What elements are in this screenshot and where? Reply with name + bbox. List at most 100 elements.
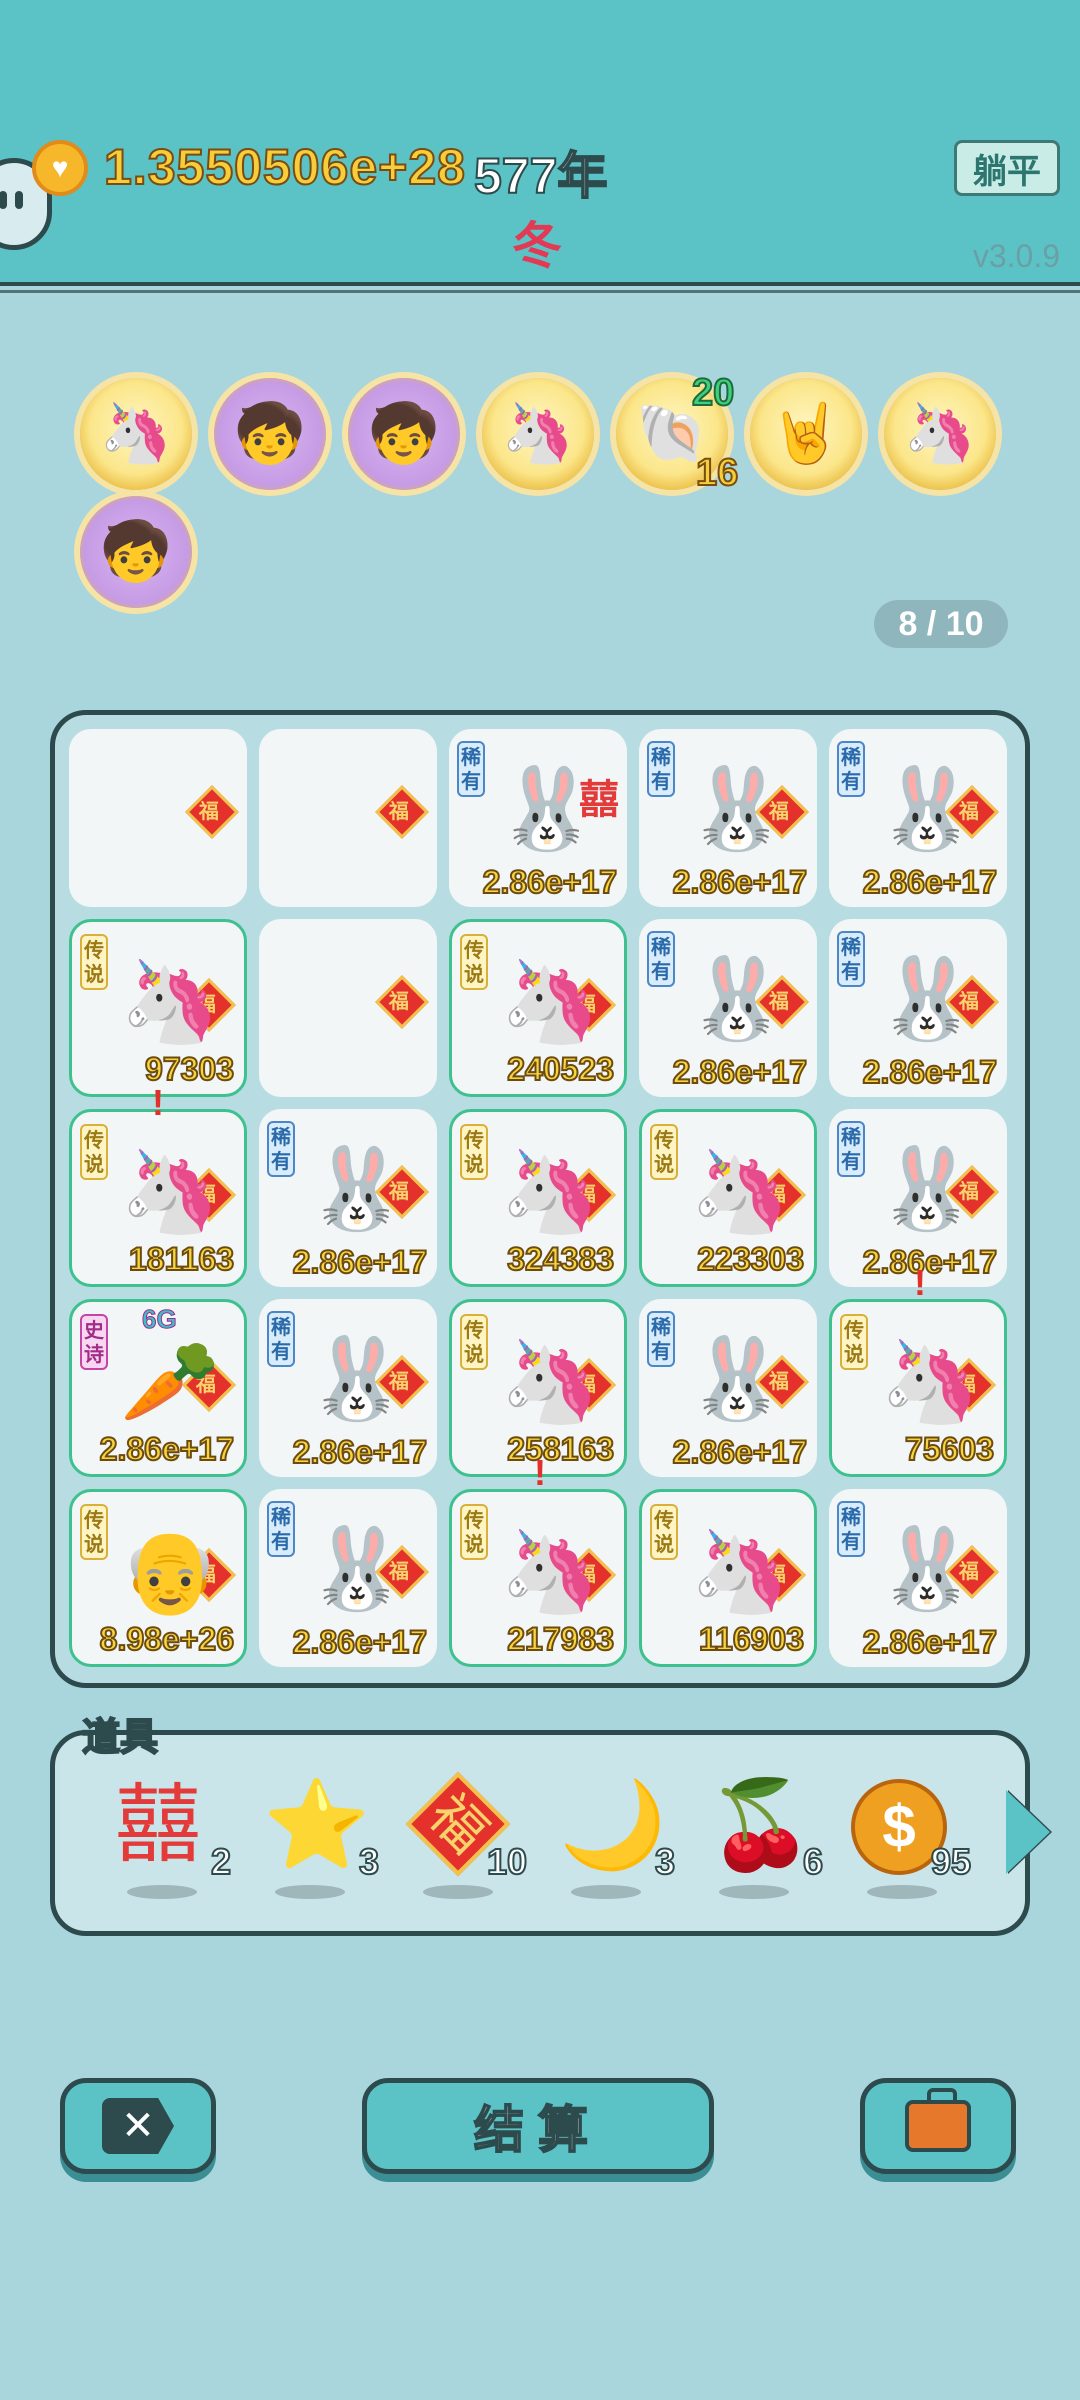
unicorn-icon: 🦄 bbox=[690, 1527, 790, 1616]
props-panel: 囍 2 ⭐ 3 福 10 🌙 3 🍒 6 $95 bbox=[50, 1730, 1030, 1936]
cell-value: 2.86e+17 bbox=[672, 1053, 808, 1091]
prop-count: 95 bbox=[930, 1840, 972, 1883]
close-button[interactable]: ✕ bbox=[60, 2078, 216, 2174]
board-cell[interactable]: 福稀有 🐰 2.86e+17 bbox=[639, 729, 817, 907]
lie-flat-button[interactable]: 躺平 bbox=[954, 140, 1060, 196]
unicorn-icon: 🦄 bbox=[500, 1527, 600, 1616]
board-cell[interactable]: 福稀有 🐰 2.86e+17 bbox=[259, 1489, 437, 1667]
board-cell[interactable]: 福传说 🦄 181163! bbox=[69, 1082, 247, 1287]
board-cell[interactable]: 福稀有 🐰 2.86e+17 bbox=[639, 1299, 817, 1477]
board-cell[interactable]: 福传说 🦄 217983! bbox=[449, 1452, 627, 1667]
cell-value: 2.86e+17 bbox=[99, 1430, 235, 1468]
rarity-tag: 史诗 bbox=[80, 1314, 108, 1370]
cell-value: 240523 bbox=[506, 1050, 615, 1088]
math-kid-medal-icon[interactable]: 🧒 bbox=[214, 378, 326, 490]
briefcase-icon bbox=[905, 2088, 971, 2152]
prop-shadow bbox=[571, 1885, 641, 1899]
board-cell[interactable]: 福 bbox=[259, 919, 437, 1097]
board-cell[interactable]: 福传说 🦄 324383 bbox=[449, 1109, 627, 1287]
prop-shadow bbox=[867, 1885, 937, 1899]
fu-label: 福 bbox=[198, 801, 219, 824]
rarity-tag: 传说 bbox=[80, 1124, 108, 1180]
rock-hand-medal-icon[interactable]: 🤘 bbox=[750, 378, 862, 490]
close-icon: ✕ bbox=[102, 2098, 174, 2154]
bag-button[interactable] bbox=[860, 2078, 1016, 2174]
prop-count: 6 bbox=[802, 1840, 824, 1883]
unicorn-icon: 🦄 bbox=[690, 1147, 790, 1236]
cell-value: 2.86e+17 bbox=[482, 863, 618, 901]
cell-value: 181163 bbox=[128, 1240, 235, 1278]
lychee-icon: 🍒 bbox=[707, 1777, 815, 1873]
board-cell[interactable]: 福稀有 🐰 2.86e+17 bbox=[829, 919, 1007, 1097]
alert-icon: ! bbox=[152, 1082, 164, 1123]
board-cell[interactable]: 福传说 👴 8.98e+26 bbox=[69, 1489, 247, 1667]
cell-value: 116903 bbox=[698, 1620, 805, 1658]
rabbit-icon: 🐰 bbox=[687, 954, 787, 1043]
board-cell[interactable]: 福传说 🦄 97303 bbox=[69, 919, 247, 1097]
prop-item[interactable]: 🌙 3 bbox=[549, 1775, 676, 1899]
rarity-tag: 传说 bbox=[840, 1314, 868, 1370]
board-cell[interactable]: 囍稀有 🐰 2.86e+17 bbox=[449, 729, 627, 907]
board-cell[interactable]: 福传说 🦄 116903 bbox=[639, 1489, 817, 1667]
cell-value: 217983 bbox=[506, 1620, 615, 1658]
fu-label: 福 bbox=[388, 991, 409, 1014]
rabbit-icon: 🐰 bbox=[307, 1144, 407, 1233]
props-next-arrow-icon[interactable] bbox=[1006, 1790, 1050, 1874]
settle-button[interactable]: 结算 bbox=[362, 2078, 714, 2174]
badge-6g: 6G bbox=[142, 1304, 178, 1335]
rarity-tag: 稀有 bbox=[647, 741, 675, 797]
unicorn-icon: 🦄 bbox=[880, 1337, 980, 1426]
board-cell[interactable]: 福传说 🦄 223303 bbox=[639, 1109, 817, 1287]
season-display: 冬 bbox=[512, 218, 562, 274]
prop-shadow bbox=[127, 1885, 197, 1899]
rarity-tag: 稀有 bbox=[837, 1121, 865, 1177]
shell-count-bottom: 16 bbox=[695, 451, 739, 495]
unicorn-medal-icon[interactable]: 🦄 bbox=[80, 378, 192, 490]
rarity-tag: 传说 bbox=[460, 934, 488, 990]
cell-value: 2.86e+17 bbox=[292, 1623, 428, 1661]
cell-value: 2.86e+17 bbox=[862, 863, 998, 901]
cell-value: 2.86e+17 bbox=[862, 1053, 998, 1091]
prop-item[interactable]: 🍒 6 bbox=[697, 1775, 824, 1899]
math-kid-medal-icon[interactable]: 🧒 bbox=[80, 496, 192, 608]
board-cell[interactable]: 福稀有 🐰 2.86e+17 bbox=[829, 1489, 1007, 1667]
rarity-tag: 稀有 bbox=[267, 1311, 295, 1367]
board-cell[interactable]: 福传说 🦄 75603! bbox=[829, 1262, 1007, 1477]
math-kid-medal-icon[interactable]: 🧒 bbox=[348, 378, 460, 490]
board-cell[interactable]: 福 bbox=[69, 729, 247, 907]
rabbit-icon: 🐰 bbox=[687, 1334, 787, 1423]
board-cell[interactable]: 福稀有 🐰 2.86e+17 bbox=[829, 729, 1007, 907]
prop-item[interactable]: 福 10 bbox=[401, 1771, 528, 1899]
board-cell[interactable]: 福稀有 🐰 2.86e+17 bbox=[259, 1299, 437, 1477]
rarity-tag: 传说 bbox=[460, 1314, 488, 1370]
star-icon: ⭐ bbox=[263, 1777, 371, 1873]
unicorn-medal-icon[interactable]: 🦄 bbox=[884, 378, 996, 490]
double-happiness-icon: 囍 bbox=[115, 1777, 201, 1873]
rabbit-icon: 🐰 bbox=[877, 1524, 977, 1613]
year-display: 577年 bbox=[473, 147, 608, 205]
cell-value: 223303 bbox=[696, 1240, 805, 1278]
unicorn-icon: 🦄 bbox=[500, 1147, 600, 1236]
rabbit-icon: 🐰 bbox=[877, 764, 977, 853]
board-cell[interactable]: 福 bbox=[259, 729, 437, 907]
prop-count: 2 bbox=[210, 1840, 232, 1883]
board-cell[interactable]: 福稀有 🐰 2.86e+17 bbox=[639, 919, 817, 1097]
board-cell[interactable]: 福史诗 🥕 2.86e+17 6G bbox=[69, 1299, 247, 1477]
rabbit-icon: 🐰 bbox=[877, 954, 977, 1043]
fu-icon: 福 bbox=[185, 785, 239, 839]
game-board: 福福囍稀有 🐰 2.86e+17 福稀有 🐰 2.86e+17 福稀有 🐰 2.86e+17 福传… bbox=[50, 710, 1030, 1688]
prop-item[interactable]: 囍2 bbox=[105, 1775, 232, 1899]
prop-item[interactable]: $95 bbox=[845, 1775, 972, 1899]
prop-item[interactable]: ⭐ 3 bbox=[253, 1775, 380, 1899]
page-counter: 8 / 10 bbox=[874, 600, 1008, 648]
prop-count: 3 bbox=[358, 1840, 380, 1883]
rarity-tag: 传说 bbox=[80, 934, 108, 990]
rarity-tag: 传说 bbox=[650, 1124, 678, 1180]
board-cell[interactable]: 福传说 🦄 240523 bbox=[449, 919, 627, 1097]
unicorn-medal-icon[interactable]: 🦄 bbox=[482, 378, 594, 490]
board-cell[interactable]: 福稀有 🐰 2.86e+17 bbox=[259, 1109, 437, 1287]
board-cell[interactable]: 福稀有 🐰 2.86e+17 bbox=[829, 1109, 1007, 1287]
board-cell[interactable]: 福传说 🦄 258163 bbox=[449, 1299, 627, 1477]
prop-count: 10 bbox=[486, 1840, 528, 1883]
cell-value: 2.86e+17 bbox=[292, 1243, 428, 1281]
